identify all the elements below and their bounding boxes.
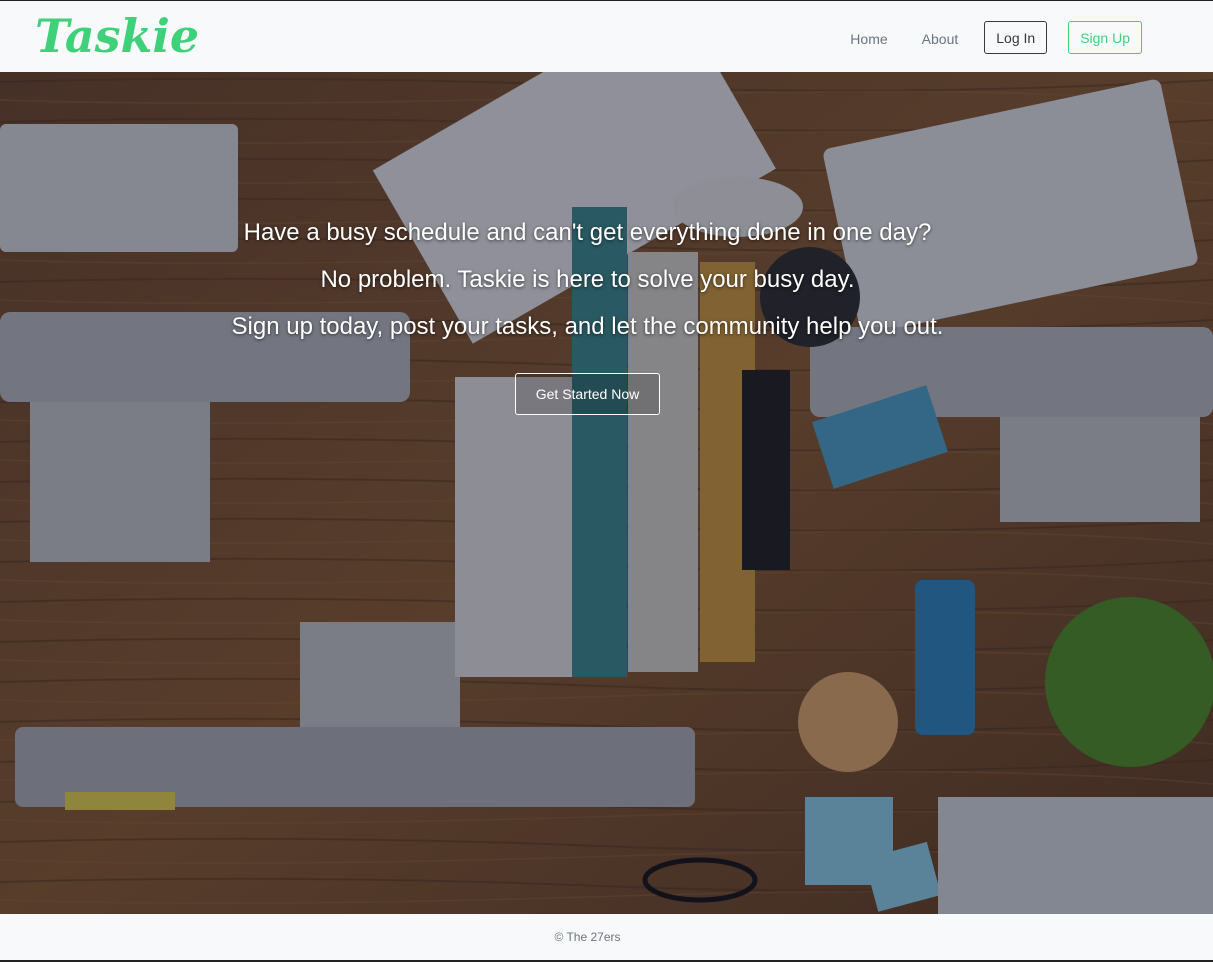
footer-copyright: © The 27ers [554,930,621,944]
get-started-button[interactable]: Get Started Now [514,373,661,415]
nav-links: Home About Log In Sign Up [850,21,1142,54]
login-button[interactable]: Log In [984,21,1048,54]
hero-section: Have a busy schedule and can't get every… [0,72,1213,914]
nav-link-about[interactable]: About [922,29,959,47]
hero-content: Have a busy schedule and can't get every… [0,220,1175,415]
hero-overlay [0,72,1213,914]
nav-link-home[interactable]: Home [850,29,887,47]
hero-tagline-2: No problem. Taskie is here to solve your… [320,266,855,293]
hero-tagline-3: Sign up today, post your tasks, and let … [231,313,944,340]
signup-button[interactable]: Sign Up [1068,21,1142,54]
brand-logo[interactable]: Taskie [35,5,199,67]
page-footer: © The 27ers [0,914,1213,962]
hero-tagline-1: Have a busy schedule and can't get every… [243,219,932,246]
top-navbar: Taskie Home About Log In Sign Up [0,0,1213,72]
